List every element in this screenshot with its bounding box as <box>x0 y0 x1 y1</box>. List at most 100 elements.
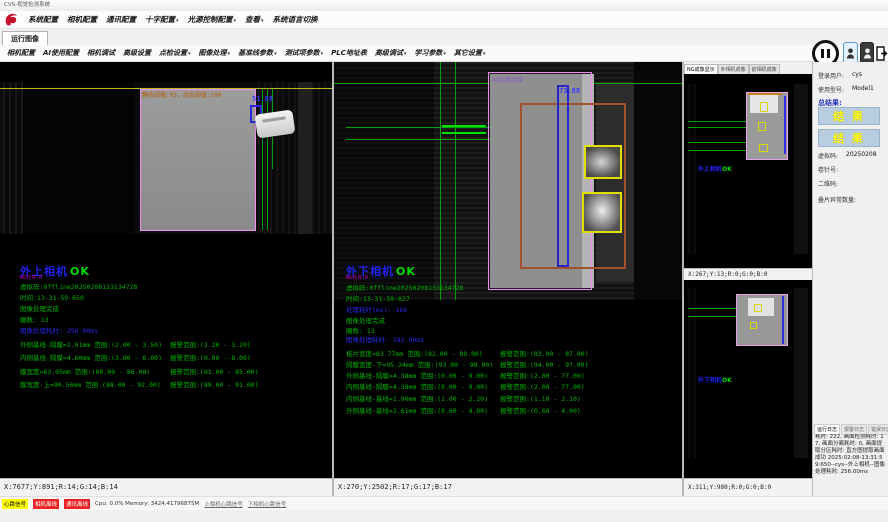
menu-item-cross-config[interactable]: 十字配置▾ <box>145 14 179 25</box>
result-ok: OK <box>722 166 732 173</box>
bottom-status-bar: 心跳信号 相机离线 通讯离线 Cpu: 0.0% Memory: 3424.41… <box>0 496 888 510</box>
menu-item-view[interactable]: 查看▾ <box>245 14 264 25</box>
app-logo-icon <box>4 13 19 27</box>
barcode-line: 虚拟码:0ffline20250208133134728 <box>20 281 137 291</box>
tab-outer-camera[interactable]: 外相机成像 <box>718 64 749 74</box>
cpu-memory-text: Cpu: 0.0% Memory: 3424.41796875M <box>95 501 199 507</box>
ng-allow-line: NG允许:0 <box>346 274 368 281</box>
tool-baseline-params[interactable]: 基准线参数▾ <box>238 48 277 58</box>
camera-offline-badge: 相机离线 <box>33 499 59 509</box>
preview-viewport-2[interactable]: 外下相机OK <box>684 280 812 478</box>
toolbar: 相机配置 AI使用配置 相机调试 高级设置 点检设置▾ 图像处理▾ 基准线参数▾… <box>0 45 888 62</box>
green-measure-line <box>688 127 748 128</box>
tool-camera-debug[interactable]: 相机调试 <box>87 48 115 58</box>
menu-item-light-config[interactable]: 光源控制配置▾ <box>188 14 237 25</box>
result-ok: OK <box>396 265 416 278</box>
tool-plc-address[interactable]: PLC地址表 <box>331 48 367 58</box>
preview-scene-band <box>688 84 696 254</box>
center-camera-viewport[interactable]: AI检测区域 73.88 外下相机OK NG允许:0 虚拟码:0ffline20… <box>334 62 682 478</box>
measure-text: 内侧基线-基线=1.90mm 范围:(1.00 - 2.20) <box>346 393 488 403</box>
chevron-down-icon: ▾ <box>274 51 277 57</box>
green-measure-line <box>440 62 441 300</box>
blue-measure-rect <box>557 85 569 267</box>
blue-measure-line <box>782 296 784 344</box>
tab-ng-display[interactable]: NG成像显示 <box>684 64 718 74</box>
alarm-text: 报警范围:(2.20 - 3.20) <box>170 339 251 349</box>
tool-advanced-settings[interactable]: 高级设置 <box>123 48 151 58</box>
menu-item-language-switch[interactable]: 系统语言切换 <box>273 14 318 25</box>
blue-measure-line <box>784 96 786 154</box>
application-window: CVS-视觉检测系统 系统配置 相机配置 通讯配置 十字配置▾ 光源控制配置▾ … <box>0 0 888 522</box>
pause-icon <box>827 49 830 58</box>
alarm-text: 报警范围:(0.60 - 4.00) <box>500 405 581 415</box>
user-dark-icon <box>863 47 872 60</box>
down-camera-heartbeat[interactable]: 下相机心跳信号 <box>248 500 287 508</box>
menu-bar: 系统配置 相机配置 通讯配置 十字配置▾ 光源控制配置▾ 查看▾ 系统语言切换 <box>0 11 888 29</box>
model-label: 使用型号: <box>818 85 844 94</box>
qrcode-label: 二维码: <box>818 179 838 188</box>
left-pixel-coords: X:7677;Y:891;R:14;G:14;B:14 <box>0 478 332 496</box>
center-scene-dark <box>634 62 682 300</box>
chevron-down-icon: ▾ <box>443 51 446 57</box>
time-line: 时间:13-31-59-650 <box>20 292 84 302</box>
menu-item-system-config[interactable]: 系统配置 <box>28 14 58 25</box>
tool-other-settings[interactable]: 其它设置▾ <box>454 48 486 58</box>
camera-name: 外上相机 <box>698 166 722 173</box>
green-highlight-line <box>442 132 486 134</box>
menu-item-camera-config[interactable]: 相机配置 <box>67 14 97 25</box>
measure-text: 内侧基线-隔膜=4.38mm 范围:(0.00 - 9.00) <box>346 381 488 391</box>
tool-image-processing[interactable]: 图像处理▾ <box>199 48 231 58</box>
result-ok: OK <box>70 265 90 278</box>
yellow-detect-rect <box>750 322 757 329</box>
tool-camera-config[interactable]: 相机配置 <box>7 48 35 58</box>
ng-allow-line: NG允许:0 <box>20 274 42 281</box>
left-roi-rect <box>140 89 256 231</box>
green-measure-line <box>688 142 746 143</box>
exit-door-icon <box>876 46 888 61</box>
measure-text: 内侧基线-隔膜=4.60mm 范围:(3.00 - 6.00) <box>20 352 162 362</box>
menu-item-comm-config[interactable]: 通讯配置 <box>106 14 136 25</box>
tab-run-image[interactable]: 运行图像 <box>2 31 48 46</box>
count-line: 圈数: 13 <box>20 314 49 324</box>
chevron-down-icon: ▾ <box>404 51 407 57</box>
yellow-detect-rect <box>584 145 622 179</box>
left-scene-band <box>3 82 23 234</box>
tool-advanced-debug[interactable]: 高级调试▾ <box>375 48 407 58</box>
left-scene-dark <box>23 82 135 234</box>
heartbeat-badge: 心跳信号 <box>2 499 28 509</box>
preview-viewport-1[interactable]: 外上相机OK <box>684 74 812 268</box>
alarm-text: 报警范围:(1.10 - 2.10) <box>500 393 581 403</box>
stack-anomaly-label: 叠片异常数量: <box>818 195 856 204</box>
yellow-detect-rect <box>582 192 622 233</box>
measure-value-label: 51.88 <box>252 95 273 103</box>
chevron-down-icon: ▾ <box>188 51 191 57</box>
green-measure-line <box>688 316 736 317</box>
chevron-down-icon: ▾ <box>483 51 486 57</box>
threshold-overlay-text: 静态阈值:93，动态阈值:100 <box>142 90 254 99</box>
preview1-pixel-coords: X:267;Y:13;R:0;G:0;B:0 <box>684 268 812 280</box>
tool-ai-config[interactable]: AI使用配置 <box>43 48 79 58</box>
chevron-down-icon: ▾ <box>234 18 237 24</box>
measure-text: 极片宽度=83.77mm 范围:(82.00 - 88.00) <box>346 348 483 358</box>
result-indicator-1: 结 果 <box>818 107 880 125</box>
up-camera-heartbeat[interactable]: 上相机心跳信号 <box>204 500 243 508</box>
tab-front-camera[interactable]: 前相机成像 <box>749 64 780 74</box>
green-highlight-line <box>442 125 486 127</box>
tool-spot-check[interactable]: 点检设置▾ <box>159 48 191 58</box>
tool-test-params[interactable]: 测试项参数▾ <box>285 48 324 58</box>
left-scene-band <box>258 82 332 234</box>
preview2-pixel-coords: X:311;Y:980;R:0;G:0;B:0 <box>684 478 812 496</box>
elapsed-line: 图像处理耗时: 256.00ms <box>20 325 98 335</box>
barcode-line: 虚拟码:0ffline20250208133134728 <box>346 282 463 292</box>
tool-learning-params[interactable]: 学习参数▾ <box>414 48 446 58</box>
green-measure-line <box>688 121 748 122</box>
preview-threshold-text-mark <box>748 93 782 95</box>
measure-text: 膜宽度-上=90.56mm 范围:(88.00 - 92.00) <box>20 379 161 389</box>
left-scene-band <box>298 82 312 234</box>
camera-name: 外下相机 <box>698 377 722 384</box>
alarm-text: 报警范围:(94.00 - 97.00) <box>500 359 589 369</box>
measure-text: 膜宽度=83.05mm 范围:(80.00 - 86.00) <box>20 366 150 376</box>
left-camera-viewport[interactable]: 静态阈值:93，动态阈值:100 51.88 外上相机OK NG允许:0 虚拟码… <box>0 62 332 478</box>
green-measure-line <box>688 308 736 309</box>
login-user-value: cys <box>852 71 862 78</box>
